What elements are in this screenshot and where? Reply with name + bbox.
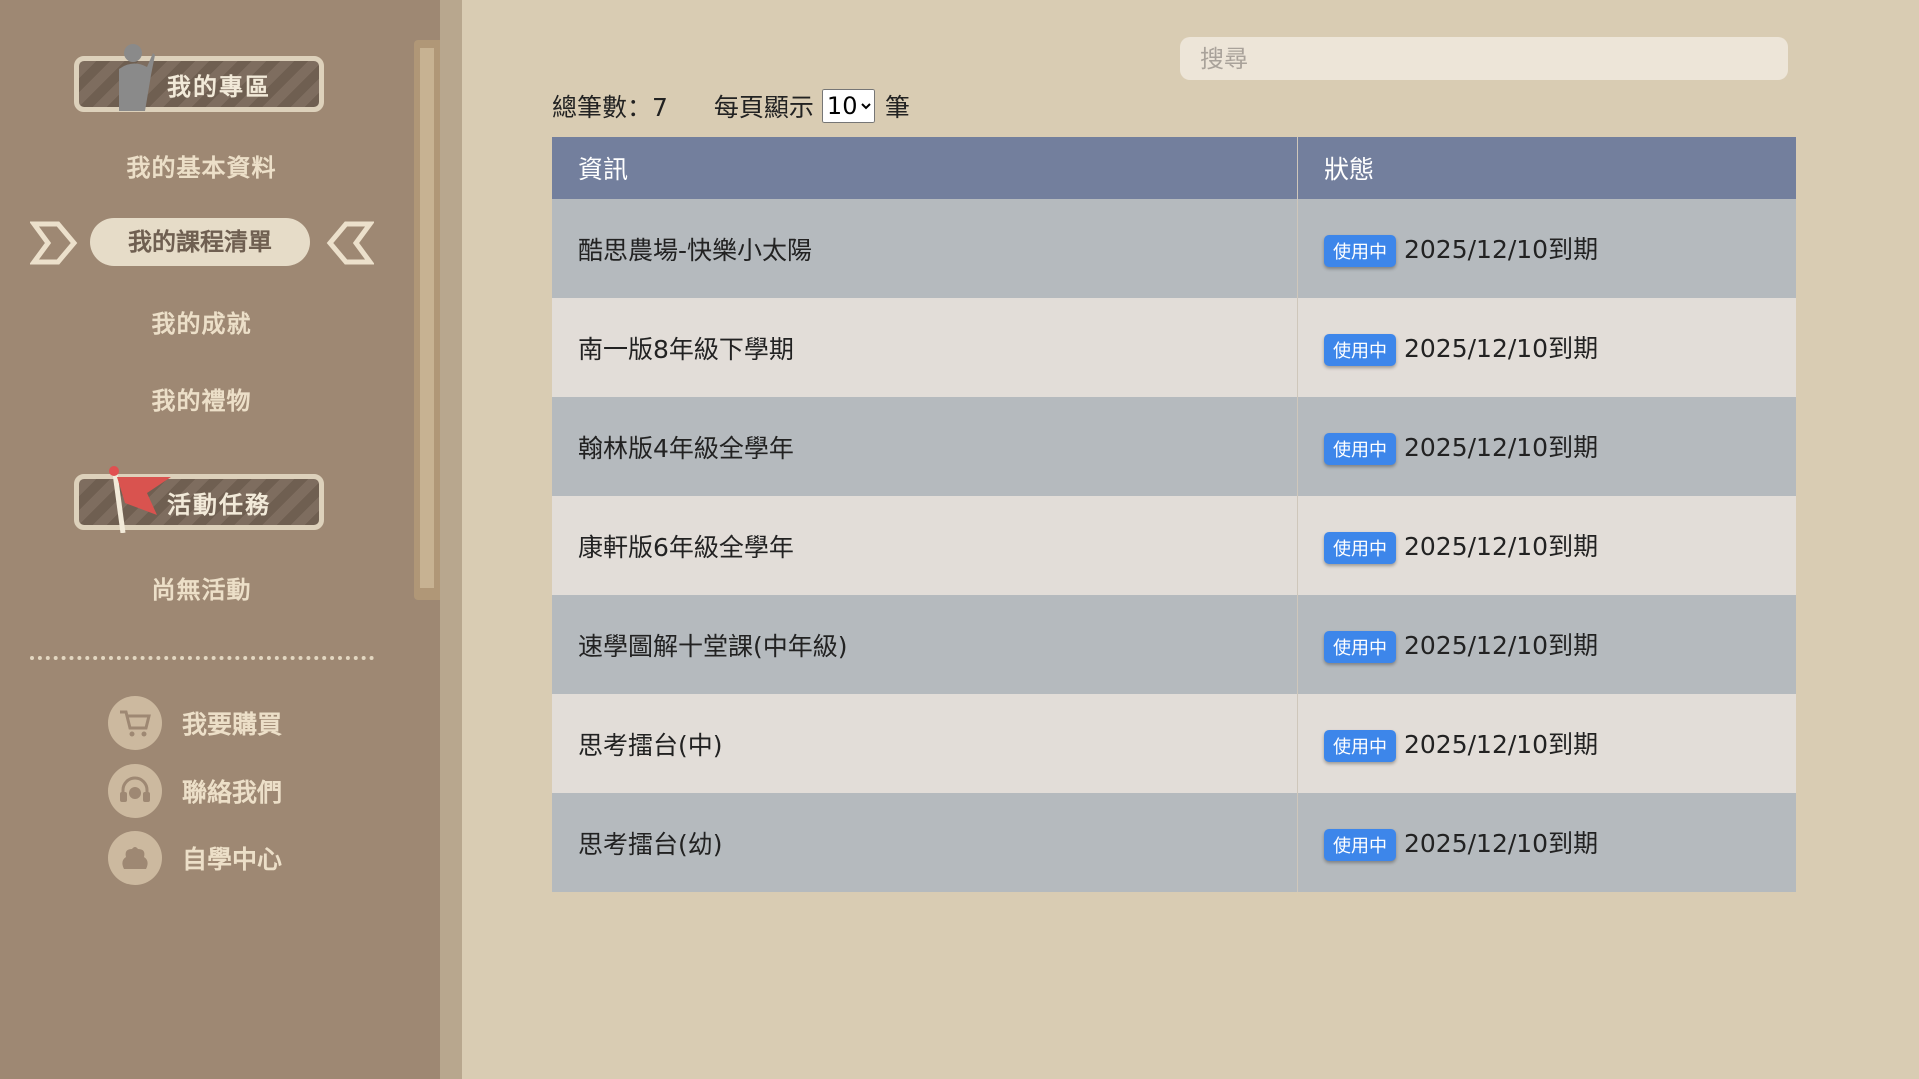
contact-label: 聯絡我們 (182, 778, 283, 807)
status-badge: 使用中 (1324, 235, 1396, 267)
table-row[interactable]: 思考擂台(幼) 使用中 2025/12/10到期 (552, 793, 1796, 892)
table-row[interactable]: 南一版8年級下學期 使用中 2025/12/10到期 (552, 298, 1796, 397)
status-badge: 使用中 (1324, 334, 1396, 366)
per-page-select[interactable]: 10 (821, 89, 875, 123)
course-status: 使用中 2025/12/10到期 (1297, 397, 1796, 496)
status-badge: 使用中 (1324, 730, 1396, 762)
per-page-label: 每頁顯示 (713, 93, 814, 122)
sidebar-edge (440, 0, 462, 1079)
course-name: 翰林版4年級全學年 (552, 397, 1298, 496)
sidebar-item-course-list[interactable]: 我的課程清單 (90, 218, 310, 266)
course-status: 使用中 2025/12/10到期 (1297, 199, 1796, 298)
table-row[interactable]: 酷思農場-快樂小太陽 使用中 2025/12/10到期 (552, 199, 1796, 298)
person-icon (119, 44, 155, 111)
course-name: 康軒版6年級全學年 (552, 496, 1298, 595)
course-table: 資訊 狀態 酷思農場-快樂小太陽 使用中 2025/12/10到期 南一版8年級下… (552, 137, 1796, 892)
total-count: 總筆數：7 (552, 93, 668, 122)
activity-label: 活動任務 (167, 490, 271, 519)
table-header-row: 資訊 狀態 (552, 137, 1796, 199)
status-badge: 使用中 (1324, 829, 1396, 861)
buy-label: 我要購買 (182, 710, 283, 739)
activity-banner: 活動任務 (74, 466, 324, 533)
status-badge: 使用中 (1324, 532, 1396, 564)
sidebar-item-profile[interactable]: 我的基本資料 (0, 148, 403, 183)
brain-icon (108, 831, 162, 885)
expiry-date: 2025/12/10到期 (1404, 829, 1599, 858)
course-status: 使用中 2025/12/10到期 (1297, 595, 1796, 694)
header-info: 資訊 (552, 137, 1298, 199)
search-input[interactable] (1180, 37, 1788, 80)
expiry-date: 2025/12/10到期 (1404, 631, 1599, 660)
headset-icon (108, 764, 162, 818)
per-page-unit: 筆 (884, 93, 910, 122)
expiry-date: 2025/12/10到期 (1404, 433, 1599, 462)
flag-icon (109, 466, 171, 533)
table-row[interactable]: 思考擂台(中) 使用中 2025/12/10到期 (552, 694, 1796, 793)
summary-bar: 總筆數：7 每頁顯示 10 筆 (552, 88, 910, 124)
cart-icon (108, 696, 162, 750)
main-content: 總筆數：7 每頁顯示 10 筆 資訊 狀態 酷思農場-快樂小太陽 使用中 2025… (462, 0, 1919, 1079)
table-row[interactable]: 翰林版4年級全學年 使用中 2025/12/10到期 (552, 397, 1796, 496)
course-status: 使用中 2025/12/10到期 (1297, 694, 1796, 793)
my-area-label: 我的專區 (167, 72, 271, 101)
course-status: 使用中 2025/12/10到期 (1297, 298, 1796, 397)
expiry-date: 2025/12/10到期 (1404, 730, 1599, 759)
expiry-date: 2025/12/10到期 (1404, 532, 1599, 561)
course-status: 使用中 2025/12/10到期 (1297, 496, 1796, 595)
self-learning-label: 自學中心 (182, 845, 283, 874)
status-badge: 使用中 (1324, 631, 1396, 663)
buy-button[interactable]: 我要購買 (108, 696, 282, 750)
sidebar-item-gifts[interactable]: 我的禮物 (0, 381, 403, 416)
chevron-right-icon (30, 221, 78, 265)
sidebar: 我的專區 我的基本資料 我的課程清單 我的成就 我的禮物 活動任務 尚無活動 我… (0, 0, 460, 1079)
status-badge: 使用中 (1324, 433, 1396, 465)
course-name: 思考擂台(中) (552, 694, 1298, 793)
course-status: 使用中 2025/12/10到期 (1297, 793, 1796, 892)
course-name: 南一版8年級下學期 (552, 298, 1298, 397)
divider (30, 656, 374, 660)
header-status: 狀態 (1297, 137, 1796, 199)
table-row[interactable]: 康軒版6年級全學年 使用中 2025/12/10到期 (552, 496, 1796, 595)
activity-empty-text: 尚無活動 (151, 576, 252, 604)
sidebar-item-achievements[interactable]: 我的成就 (0, 304, 403, 339)
course-name: 速學圖解十堂課(中年級) (552, 595, 1298, 694)
contact-button[interactable]: 聯絡我們 (108, 764, 282, 818)
chevron-left-icon (326, 221, 374, 265)
course-name: 思考擂台(幼) (552, 793, 1298, 892)
self-learning-button[interactable]: 自學中心 (108, 831, 282, 885)
expiry-date: 2025/12/10到期 (1404, 235, 1599, 264)
course-name: 酷思農場-快樂小太陽 (552, 199, 1298, 298)
table-row[interactable]: 速學圖解十堂課(中年級) 使用中 2025/12/10到期 (552, 595, 1796, 694)
expiry-date: 2025/12/10到期 (1404, 334, 1599, 363)
my-area-banner: 我的專區 (74, 44, 324, 112)
